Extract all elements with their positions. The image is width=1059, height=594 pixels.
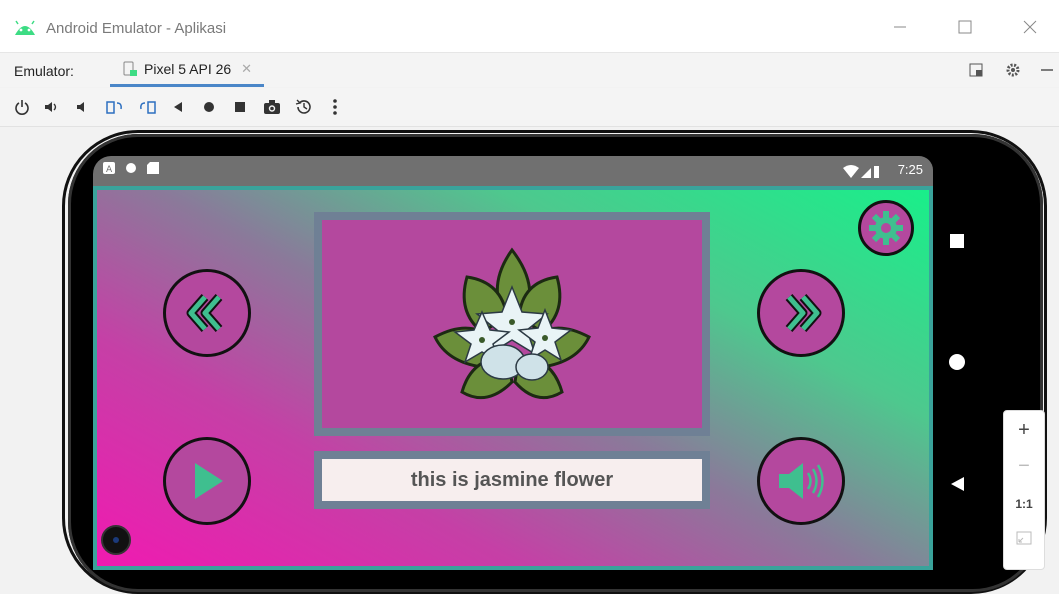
window-title: Android Emulator - Aplikasi — [46, 20, 227, 37]
speaker-icon — [779, 463, 824, 499]
volume-up-icon — [45, 102, 57, 112]
gear-icon — [1006, 63, 1020, 77]
snapshot-button[interactable] — [293, 96, 315, 118]
emulator-tabbar: Emulator: Pixel 5 API 26 ✕ — [0, 53, 1059, 87]
gear-icon — [869, 211, 903, 245]
play-button[interactable] — [163, 437, 251, 525]
overview-button[interactable] — [229, 96, 251, 118]
back-triangle-icon[interactable] — [948, 475, 966, 493]
close-button[interactable] — [1010, 12, 1050, 42]
rotate-right-button[interactable] — [136, 96, 158, 118]
wifi-signal-battery-icon — [843, 165, 879, 178]
double-chevron-left-icon — [186, 294, 223, 332]
emulator-toolbar — [0, 88, 1059, 127]
zoom-fit-button[interactable] — [1004, 529, 1044, 552]
rotate-left-button[interactable] — [104, 96, 126, 118]
snapshot-history-icon — [295, 99, 311, 114]
home-circle-icon[interactable] — [948, 353, 966, 371]
power-icon — [15, 100, 29, 115]
overview-square-icon[interactable] — [948, 232, 966, 250]
volume-down-icon — [77, 102, 84, 112]
front-camera-icon — [101, 525, 131, 555]
status-time: 7:25 — [897, 162, 923, 177]
zoom-in-button[interactable]: + — [1004, 419, 1044, 442]
overview-square-icon — [235, 102, 245, 112]
close-icon — [1023, 20, 1037, 34]
home-circle-icon — [204, 102, 214, 112]
hide-panel-button[interactable] — [1036, 60, 1058, 80]
device-icon — [123, 61, 137, 76]
zoom-panel: + − 1:1 — [1003, 410, 1045, 570]
jasmine-flower-illustration — [433, 247, 591, 400]
minimize-icon — [894, 26, 906, 28]
double-chevron-right-icon — [785, 294, 822, 332]
rotate-right-icon — [140, 101, 156, 114]
rotate-left-icon — [106, 101, 122, 114]
sound-button[interactable] — [757, 437, 845, 525]
window-mode-icon — [969, 63, 983, 77]
svg-text:A: A — [106, 165, 113, 174]
zoom-actual-size-button[interactable]: 1:1 — [1004, 497, 1044, 511]
more-vertical-icon — [333, 99, 337, 115]
notification-circle-icon — [126, 163, 136, 173]
maximize-button[interactable] — [945, 12, 985, 42]
android-logo-icon — [15, 20, 35, 35]
emulator-label: Emulator: — [14, 63, 74, 79]
window-titlebar: Android Emulator - Aplikasi — [0, 0, 1059, 53]
window-mode-button[interactable] — [965, 60, 987, 80]
back-button[interactable] — [167, 96, 189, 118]
minus-icon — [1041, 69, 1053, 71]
volume-up-button[interactable] — [41, 96, 63, 118]
tab-pixel5[interactable]: Pixel 5 API 26 ✕ — [110, 53, 265, 87]
fit-screen-icon — [1016, 531, 1032, 545]
previous-button[interactable] — [163, 269, 251, 357]
notification-a-icon: A — [103, 162, 115, 174]
screenshot-button[interactable] — [261, 96, 283, 118]
home-button[interactable] — [198, 96, 220, 118]
power-button[interactable] — [11, 96, 33, 118]
flower-caption: this is jasmine flower — [314, 451, 710, 509]
next-button[interactable] — [757, 269, 845, 357]
sd-card-icon — [147, 162, 159, 174]
app-settings-button[interactable] — [858, 200, 914, 256]
settings-button[interactable] — [1002, 60, 1024, 80]
flower-image-frame — [314, 212, 710, 436]
back-triangle-icon — [174, 102, 182, 112]
camera-icon — [264, 100, 280, 114]
volume-down-button[interactable] — [72, 96, 94, 118]
tab-close-icon[interactable]: ✕ — [241, 61, 252, 77]
android-status-bar: A 7:25 — [93, 156, 933, 186]
play-icon — [195, 463, 223, 499]
maximize-icon — [958, 20, 972, 34]
more-options-button[interactable] — [324, 96, 346, 118]
minimize-button[interactable] — [880, 12, 920, 42]
tab-label: Pixel 5 API 26 — [144, 60, 232, 77]
zoom-out-button[interactable]: − — [1004, 455, 1044, 478]
